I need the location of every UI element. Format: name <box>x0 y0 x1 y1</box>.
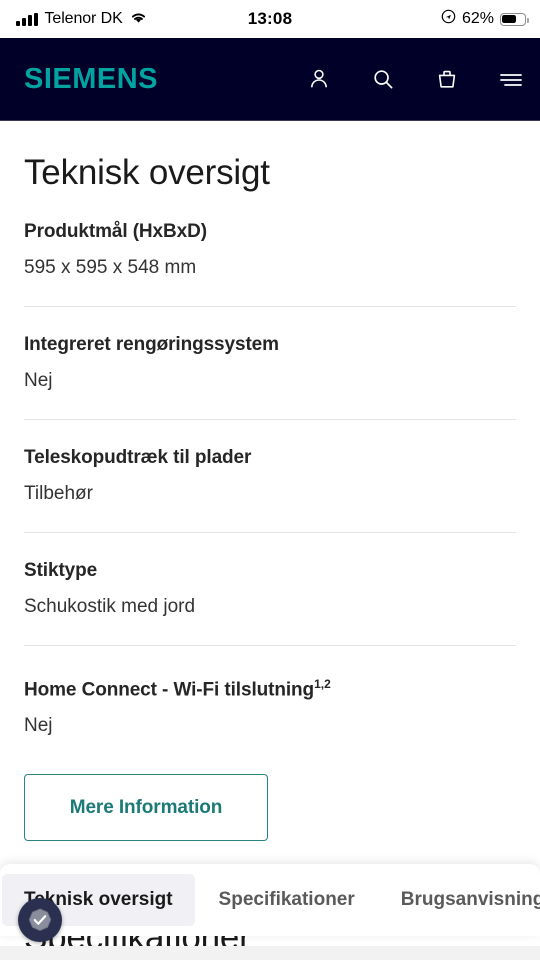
spec-value: Schukostik med jord <box>24 596 196 617</box>
spec-value: Nej <box>24 370 53 391</box>
more-information-button[interactable]: Mere Information <box>24 774 268 842</box>
page-title: Teknisk oversigt <box>24 153 270 192</box>
spec-row: Integreret rengøringssystem Nej <box>0 333 540 393</box>
footnote-marker: 1,2 <box>314 677 331 691</box>
main-content: Teknisk oversigt Produktmål (HxBxD) 595 … <box>0 121 540 842</box>
siemens-logo[interactable]: SIEMENS <box>24 63 158 96</box>
spec-value: Nej <box>24 715 53 737</box>
account-icon[interactable] <box>306 66 332 92</box>
spec-value: 595 x 595 x 548 mm <box>24 257 197 278</box>
verified-shield-badge[interactable] <box>18 898 62 942</box>
row-divider <box>24 306 516 307</box>
location-arrow-icon <box>441 9 456 29</box>
tab-specifikationer[interactable]: Specifikationer <box>197 874 377 926</box>
spec-label: Produktmål (HxBxD) <box>24 221 207 242</box>
site-header: SIEMENS <box>0 38 540 121</box>
hamburger-menu-icon[interactable] <box>498 66 524 92</box>
row-divider <box>24 645 516 646</box>
spec-label: Teleskopudtræk til plader <box>24 447 252 468</box>
phone-screen: Telenor DK 13:08 62% SIEMENS Teknisk ove… <box>0 0 540 960</box>
battery-percent-label: 62% <box>461 10 494 27</box>
battery-icon <box>500 12 529 26</box>
header-icon-group <box>306 66 524 92</box>
status-bar-right: 62% <box>441 9 529 29</box>
tab-brugsanvisning[interactable]: Brugsanvisning og d <box>379 874 540 926</box>
section-tab-bar: Teknisk oversigt Specifikationer Brugsan… <box>0 864 540 936</box>
shield-check-icon <box>28 908 52 931</box>
row-divider <box>24 419 516 420</box>
spec-row: Teleskopudtræk til plader Tilbehør <box>0 446 540 506</box>
row-divider <box>24 532 516 533</box>
shopping-bag-icon[interactable] <box>434 66 460 92</box>
spec-label: Stiktype <box>24 560 98 581</box>
search-icon[interactable] <box>370 66 396 92</box>
technical-overview-list: Produktmål (HxBxD) 595 x 595 x 548 mm In… <box>0 220 540 738</box>
spec-value: Tilbehør <box>24 483 93 504</box>
page-background-sliver <box>0 946 540 960</box>
spec-row: Stiktype Schukostik med jord <box>0 559 540 619</box>
spec-label: Integreret rengøringssystem <box>24 334 279 355</box>
spec-row: Produktmål (HxBxD) 595 x 595 x 548 mm <box>0 220 540 280</box>
spec-label: Home Connect - Wi-Fi tilslutning1,2 <box>24 677 331 701</box>
spec-row: Home Connect - Wi-Fi tilslutning1,2 Nej <box>0 672 540 738</box>
status-bar: Telenor DK 13:08 62% <box>0 0 540 38</box>
